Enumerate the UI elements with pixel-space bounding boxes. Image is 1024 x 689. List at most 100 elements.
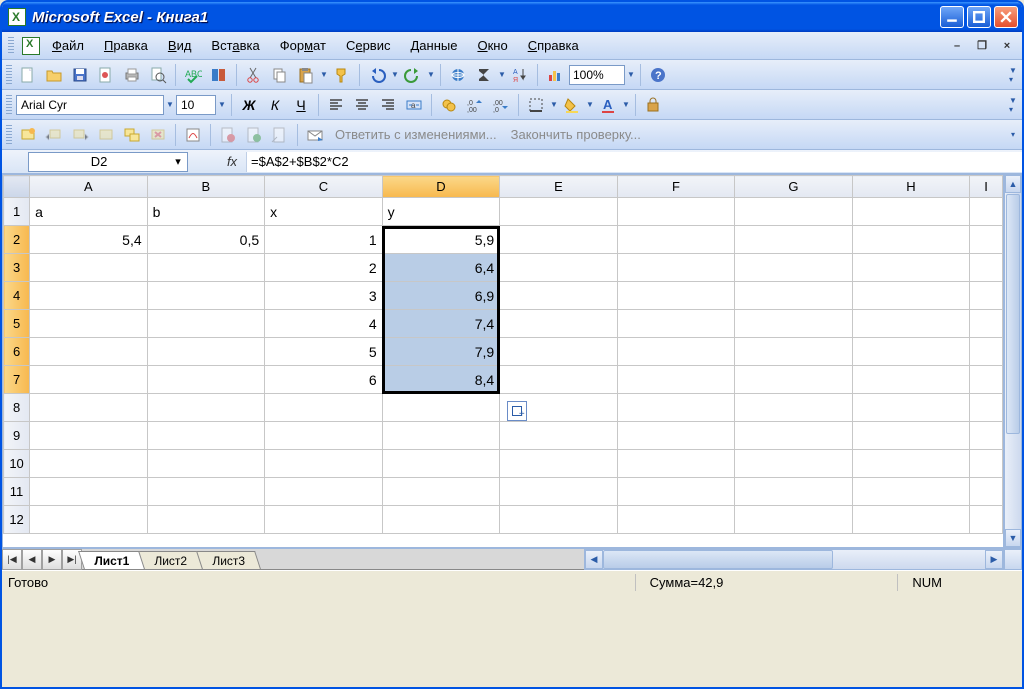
- col-header-B[interactable]: B: [147, 176, 265, 198]
- sheet-tab-2[interactable]: Лист2: [138, 551, 203, 569]
- hscroll-thumb[interactable]: [603, 550, 833, 569]
- font-color-dropdown[interactable]: ▼: [622, 100, 630, 109]
- copy-icon[interactable]: [268, 63, 292, 87]
- scroll-up-button[interactable]: ▲: [1005, 175, 1021, 193]
- increase-decimal-icon[interactable]: ,0,00: [463, 93, 487, 117]
- merge-center-icon[interactable]: a: [402, 93, 426, 117]
- maximize-button[interactable]: [967, 6, 991, 28]
- paste-dropdown[interactable]: ▼: [320, 70, 328, 79]
- send-mail-icon[interactable]: [303, 123, 327, 147]
- row-header-8[interactable]: 8: [4, 394, 30, 422]
- menu-edit[interactable]: Правка: [96, 35, 156, 56]
- row-header-9[interactable]: 9: [4, 422, 30, 450]
- col-header-I[interactable]: I: [970, 176, 1003, 198]
- cell-B2[interactable]: 0,5: [147, 226, 265, 254]
- vscroll-thumb[interactable]: [1006, 194, 1020, 434]
- menu-window[interactable]: Окно: [469, 35, 515, 56]
- autosum-dropdown[interactable]: ▼: [498, 70, 506, 79]
- cell-D3[interactable]: 6,4: [382, 254, 500, 282]
- col-header-F[interactable]: F: [617, 176, 735, 198]
- doc-close-button[interactable]: ×: [998, 38, 1016, 54]
- toolbar-grip[interactable]: [6, 65, 12, 85]
- cell-C6[interactable]: 5: [265, 338, 383, 366]
- undo-icon[interactable]: [365, 63, 389, 87]
- sheet-tab-1[interactable]: Лист1: [78, 551, 145, 569]
- toolbar-options[interactable]: ▼▾: [1008, 96, 1018, 114]
- col-header-C[interactable]: C: [265, 176, 383, 198]
- cell-C5[interactable]: 4: [265, 310, 383, 338]
- align-left-icon[interactable]: [324, 93, 348, 117]
- cell-D2[interactable]: 5,9: [382, 226, 500, 254]
- cell-B1[interactable]: b: [147, 198, 265, 226]
- col-header-D[interactable]: D: [382, 176, 500, 198]
- col-header-G[interactable]: G: [735, 176, 853, 198]
- scroll-right-button[interactable]: ▶: [985, 550, 1003, 569]
- fill-color-dropdown[interactable]: ▼: [586, 100, 594, 109]
- menu-help[interactable]: Справка: [520, 35, 587, 56]
- row-header-12[interactable]: 12: [4, 506, 30, 534]
- new-icon[interactable]: [16, 63, 40, 87]
- cell-C7[interactable]: 6: [265, 366, 383, 394]
- hyperlink-icon[interactable]: [446, 63, 470, 87]
- cell-A1[interactable]: a: [30, 198, 148, 226]
- save-icon[interactable]: [68, 63, 92, 87]
- status-sum[interactable]: Сумма=42,9: [635, 574, 738, 591]
- vertical-scrollbar[interactable]: ▲ ▼: [1004, 174, 1022, 548]
- borders-dropdown[interactable]: ▼: [550, 100, 558, 109]
- toolbar-grip[interactable]: [6, 125, 12, 145]
- italic-icon[interactable]: К: [263, 93, 287, 117]
- cut-icon[interactable]: [242, 63, 266, 87]
- col-header-E[interactable]: E: [500, 176, 618, 198]
- borders-icon[interactable]: [524, 93, 548, 117]
- tab-nav-first[interactable]: |◀: [2, 549, 22, 570]
- menu-insert[interactable]: Вставка: [203, 35, 267, 56]
- excel-doc-icon[interactable]: [22, 37, 40, 55]
- toolbar-grip[interactable]: [8, 37, 14, 55]
- menu-file[interactable]: ФФайлайл: [44, 35, 92, 56]
- fill-color-icon[interactable]: [560, 93, 584, 117]
- currency-icon[interactable]: [437, 93, 461, 117]
- align-center-icon[interactable]: [350, 93, 374, 117]
- print-icon[interactable]: [120, 63, 144, 87]
- help-icon[interactable]: ?: [646, 63, 670, 87]
- show-ink-icon[interactable]: [181, 123, 205, 147]
- toolbar-grip[interactable]: [6, 95, 12, 115]
- font-color-icon[interactable]: А: [596, 93, 620, 117]
- row-header-10[interactable]: 10: [4, 450, 30, 478]
- research-icon[interactable]: [207, 63, 231, 87]
- print-preview-icon[interactable]: [146, 63, 170, 87]
- new-comment-icon[interactable]: [16, 123, 40, 147]
- redo-dropdown[interactable]: ▼: [427, 70, 435, 79]
- row-header-6[interactable]: 6: [4, 338, 30, 366]
- row-header-11[interactable]: 11: [4, 478, 30, 506]
- minimize-button[interactable]: [940, 6, 964, 28]
- zoom-input[interactable]: 100%: [569, 65, 625, 85]
- scroll-down-button[interactable]: ▼: [1005, 529, 1021, 547]
- spellcheck-icon[interactable]: ABC: [181, 63, 205, 87]
- formula-input[interactable]: [246, 152, 1022, 172]
- toolbar-options[interactable]: ▼▾: [1008, 66, 1018, 84]
- cell-D6[interactable]: 7,9: [382, 338, 500, 366]
- row-header-1[interactable]: 1: [4, 198, 30, 226]
- font-name-dropdown[interactable]: ▼: [166, 100, 174, 109]
- cell-C2[interactable]: 1: [265, 226, 383, 254]
- cell-E1[interactable]: [500, 198, 618, 226]
- menu-view[interactable]: Вид: [160, 35, 200, 56]
- grid[interactable]: A B C D E F G H I 1 a b x y 2 5,4 0,5 1 …: [2, 174, 1004, 548]
- name-box-dropdown[interactable]: ▾: [169, 155, 187, 168]
- fx-icon[interactable]: fx: [218, 154, 246, 169]
- col-header-A[interactable]: A: [30, 176, 148, 198]
- cell-D5[interactable]: 7,4: [382, 310, 500, 338]
- underline-icon[interactable]: Ч: [289, 93, 313, 117]
- menu-data[interactable]: Данные: [402, 35, 465, 56]
- permission-icon[interactable]: [94, 63, 118, 87]
- show-all-comments-icon[interactable]: [120, 123, 144, 147]
- menu-format[interactable]: Формат: [272, 35, 334, 56]
- cell-D7[interactable]: 8,4: [382, 366, 500, 394]
- doc-restore-button[interactable]: ❐: [973, 38, 991, 54]
- bold-icon[interactable]: Ж: [237, 93, 261, 117]
- chart-wizard-icon[interactable]: [543, 63, 567, 87]
- decrease-decimal-icon[interactable]: ,00,0: [489, 93, 513, 117]
- row-header-4[interactable]: 4: [4, 282, 30, 310]
- cell-C1[interactable]: x: [265, 198, 383, 226]
